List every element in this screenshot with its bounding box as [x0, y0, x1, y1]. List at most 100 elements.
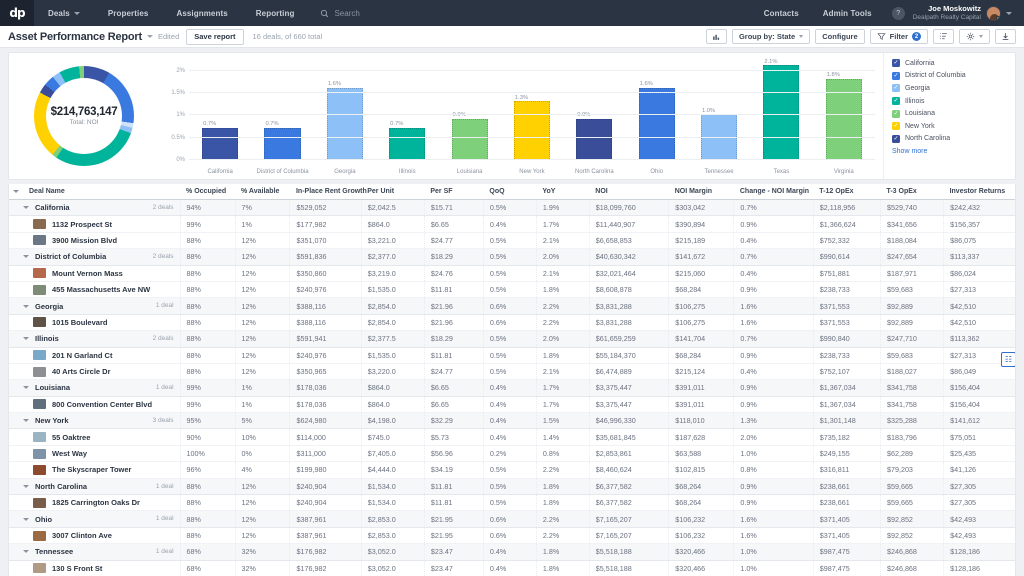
- chevron-down-icon[interactable]: [23, 386, 29, 390]
- bar[interactable]: 1.6%: [638, 81, 675, 159]
- chevron-down-icon[interactable]: [13, 190, 19, 193]
- deal-name-cell[interactable]: 1825 Carrington Oaks Dr: [9, 494, 181, 512]
- chevron-down-icon[interactable]: [23, 550, 29, 554]
- deal-name-cell[interactable]: 201 N Garland Ct: [9, 347, 181, 364]
- table-column-header[interactable]: In-Place Rent Growth: [289, 184, 367, 200]
- deal-name-cell[interactable]: District of Columbia 2 deals: [9, 248, 181, 266]
- bar[interactable]: 0.9%: [451, 112, 488, 159]
- bar-column[interactable]: 1.0%: [688, 61, 750, 159]
- bar-column[interactable]: 0.7%: [189, 61, 251, 159]
- deal-name-cell[interactable]: Georgia 1 deal: [9, 297, 181, 315]
- deal-name-cell[interactable]: New York 3 deals: [9, 412, 181, 430]
- nav-item-deals[interactable]: Deals: [34, 0, 94, 26]
- deal-name-cell[interactable]: 455 Massachusetts Ave NW: [9, 281, 181, 299]
- legend-item[interactable]: District of Columbia: [892, 70, 1009, 83]
- deal-name-cell[interactable]: 130 S Front St: [9, 560, 181, 576]
- legend-checkbox[interactable]: [892, 71, 900, 80]
- bar-column[interactable]: 0.7%: [251, 61, 313, 159]
- deal-name-cell[interactable]: California 2 deals: [9, 199, 181, 217]
- bar[interactable]: 1.8%: [825, 72, 862, 159]
- bar-column[interactable]: 1.3%: [501, 61, 563, 159]
- help-icon[interactable]: ?: [891, 6, 905, 20]
- deal-name-cell[interactable]: 3007 Clinton Ave: [9, 527, 181, 545]
- download-button[interactable]: [995, 29, 1016, 44]
- table-row[interactable]: 3007 Clinton Ave 88% 12% $387,961 $2,853.0 $2…: [9, 527, 1015, 545]
- table-row[interactable]: 40 Arts Circle Dr 88% 12% $350,965 $3,220.0 $…: [9, 363, 1015, 381]
- chevron-down-icon[interactable]: [23, 419, 29, 423]
- table-column-header[interactable]: YoY: [536, 184, 590, 200]
- sort-button[interactable]: [933, 29, 954, 44]
- save-report-button[interactable]: Save report: [186, 28, 244, 45]
- deal-name-cell[interactable]: 800 Convention Center Blvd: [9, 396, 181, 414]
- nav-item-properties[interactable]: Properties: [94, 0, 163, 26]
- nav-item-assignments[interactable]: Assignments: [162, 0, 241, 26]
- deal-name-cell[interactable]: Mount Vernon Mass: [9, 265, 181, 282]
- legend-checkbox[interactable]: [892, 97, 900, 106]
- filter-button[interactable]: Filter 2: [869, 29, 928, 44]
- table-row[interactable]: 1825 Carrington Oaks Dr 88% 12% $240,904 $1,…: [9, 494, 1015, 512]
- nav-item-admin-tools[interactable]: Admin Tools: [811, 0, 884, 26]
- deal-name-cell[interactable]: 55 Oaktree: [9, 428, 181, 446]
- legend-item[interactable]: Louisiana: [892, 107, 1009, 120]
- bar-column[interactable]: 1.6%: [626, 61, 688, 159]
- chevron-down-icon[interactable]: [23, 337, 29, 341]
- configure-button[interactable]: Configure: [815, 29, 865, 44]
- donut-ring[interactable]: $214,763,147 Total: NOI: [34, 66, 134, 166]
- bar[interactable]: 2.1%: [763, 59, 800, 159]
- table-row[interactable]: 55 Oaktree 90% 10% $114,000 $745.0 $5.73 0.4% 1…: [9, 428, 1015, 446]
- table-column-header[interactable]: NOI Margin: [668, 184, 734, 200]
- table-row[interactable]: 1015 Boulevard 88% 12% $388,116 $2,854.0 $21.…: [9, 314, 1015, 332]
- bar-column[interactable]: 0.9%: [563, 61, 625, 159]
- table-row[interactable]: West Way 100% 0% $311,000 $7,405.0 $56.96 0.2%…: [9, 445, 1015, 463]
- table-column-header[interactable]: Change - NOI Margin: [733, 184, 814, 200]
- legend-item[interactable]: California: [892, 57, 1009, 70]
- expand-panel-icon[interactable]: ☷: [1001, 352, 1015, 367]
- legend-checkbox[interactable]: [892, 84, 900, 93]
- table-column-header[interactable]: Per SF: [424, 184, 484, 200]
- legend-checkbox[interactable]: [892, 134, 900, 143]
- chevron-down-icon[interactable]: [23, 517, 29, 521]
- deal-name-cell[interactable]: West Way: [9, 445, 181, 463]
- table-column-header[interactable]: QoQ: [483, 184, 537, 200]
- table-row[interactable]: The Skyscraper Tower 96% 4% $199,980 $4,444.…: [9, 461, 1015, 479]
- nav-item-reporting[interactable]: Reporting: [242, 0, 309, 26]
- table-row[interactable]: 201 N Garland Ct 88% 12% $240,976 $1,535.0 $1…: [9, 347, 1015, 364]
- deal-name-cell[interactable]: 1132 Prospect St: [9, 215, 181, 233]
- bar[interactable]: 0.9%: [576, 112, 613, 159]
- table-group-row[interactable]: North Carolina 1 deal 88% 12% $240,904 $1,534…: [9, 478, 1015, 496]
- table-group-row[interactable]: Georgia 1 deal 88% 12% $388,116 $2,854.0 $21.9…: [9, 297, 1015, 315]
- bar[interactable]: 1.6%: [326, 81, 363, 159]
- table-column-header[interactable]: T-12 OpEx: [813, 184, 881, 200]
- settings-button[interactable]: [959, 29, 990, 44]
- bar[interactable]: 1.3%: [513, 95, 551, 159]
- bar-column[interactable]: 1.6%: [314, 61, 376, 159]
- table-row[interactable]: 130 S Front St 68% 32% $176,982 $3,052.0 $23.…: [9, 560, 1015, 576]
- app-logo[interactable]: dp: [0, 0, 34, 26]
- legend-show-more[interactable]: Show more: [892, 148, 1009, 155]
- bar-column[interactable]: 2.1%: [750, 59, 812, 159]
- deal-name-cell[interactable]: 3900 Mission Blvd: [9, 232, 181, 250]
- bar[interactable]: 0.7%: [389, 121, 426, 159]
- nav-item-contacts[interactable]: Contacts: [752, 0, 811, 26]
- deal-name-cell[interactable]: 40 Arts Circle Dr: [9, 363, 181, 381]
- legend-checkbox[interactable]: [892, 59, 900, 68]
- table-group-row[interactable]: Louisiana 1 deal 99% 1% $178,036 $864.0 $6.65 0…: [9, 379, 1015, 397]
- table-group-row[interactable]: District of Columbia 2 deals 88% 12% $591,83…: [9, 248, 1015, 266]
- bar[interactable]: 0.7%: [264, 121, 301, 159]
- chevron-down-icon[interactable]: [23, 255, 29, 259]
- chevron-down-icon[interactable]: [23, 304, 29, 308]
- table-row[interactable]: 1132 Prospect St 99% 1% $177,982 $864.0 $6.65…: [9, 215, 1015, 233]
- legend-checkbox[interactable]: [892, 109, 900, 118]
- table-column-header[interactable]: % Occupied: [180, 184, 236, 200]
- chart-toggle-button[interactable]: [705, 29, 727, 44]
- legend-item[interactable]: New York: [892, 120, 1009, 133]
- deal-name-cell[interactable]: Louisiana 1 deal: [9, 379, 181, 397]
- table-row[interactable]: Mount Vernon Mass 88% 12% $350,860 $3,219.0 $…: [9, 265, 1015, 282]
- table-group-row[interactable]: Ohio 1 deal 88% 12% $387,961 $2,853.0 $21.95 0.…: [9, 510, 1015, 528]
- deal-name-cell[interactable]: Tennessee 1 deal: [9, 543, 181, 561]
- table-column-header[interactable]: NOI: [589, 184, 669, 200]
- table-group-row[interactable]: Tennessee 1 deal 68% 32% $176,982 $3,052.0 $23…: [9, 543, 1015, 561]
- bar-column[interactable]: 1.8%: [813, 61, 875, 159]
- table-column-header[interactable]: Deal Name: [9, 184, 181, 200]
- chevron-down-icon[interactable]: [146, 35, 153, 38]
